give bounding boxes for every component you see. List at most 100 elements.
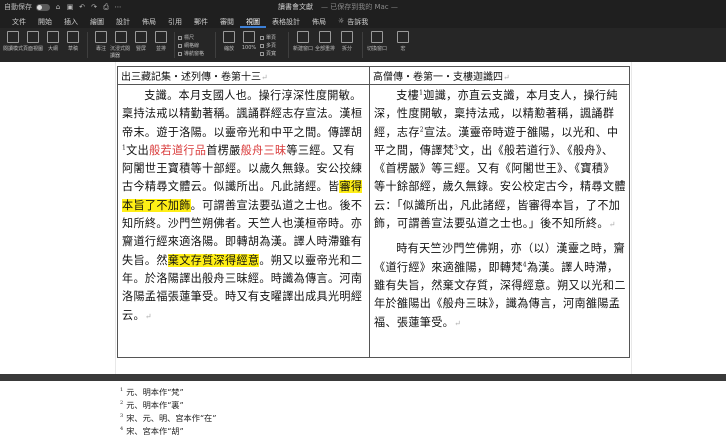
immersive-reader-label: 沉浸式閱讀器 [110, 46, 131, 59]
zoom-button[interactable]: 縮放 [218, 31, 240, 52]
footnote-text: 宋、元、明、宮本作“在” [126, 413, 217, 423]
document-page[interactable]: 出三藏記集・述列傳・卷第十三↵ 高僧傳・卷第一・支樓迦讖四↵ 支讖。本月支國人也… [0, 62, 726, 374]
immersive-reader-button[interactable]: 沉浸式閱讀器 [110, 31, 132, 59]
split-label: 拆分 [341, 46, 352, 52]
print-icon[interactable]: ⎙ [102, 3, 110, 11]
ruler-checkbox[interactable]: 標尺 [178, 34, 194, 41]
draft-button[interactable]: 草稿 [62, 31, 84, 52]
tab-table-layout[interactable]: 佈局 [306, 14, 332, 28]
side-by-side-button[interactable]: 並排 [150, 31, 172, 52]
navigation-pane-checkbox-box [178, 51, 182, 56]
tab-insert[interactable]: 插入 [58, 14, 84, 28]
one-page-button[interactable]: 單頁 [260, 34, 276, 41]
outline-icon [47, 31, 59, 43]
split-icon [341, 31, 353, 43]
tell-me[interactable]: ☼ 告訴我 [332, 14, 374, 28]
gridlines-label: 網格線 [184, 43, 200, 49]
margin-guide [115, 62, 116, 374]
footnote-number: 1 [120, 387, 124, 394]
zoom-100-button[interactable]: 100% [238, 31, 260, 51]
footnote-number: 4 [120, 426, 124, 433]
one-page-icon [260, 35, 264, 40]
title-bar-controls: 自動保存 ⌂ ▣ ↶ ↷ ⎙ ⋯ [4, 2, 122, 12]
multiple-pages-button[interactable]: 多頁 [260, 42, 276, 49]
tab-view[interactable]: 視圖 [240, 14, 266, 28]
tab-table-design[interactable]: 表格設計 [266, 14, 306, 28]
switch-windows-icon [371, 31, 383, 43]
tab-file[interactable]: 文件 [6, 14, 32, 28]
ruler-label: 標尺 [184, 35, 195, 41]
zoom-100-icon [243, 31, 255, 43]
navigation-pane-checkbox[interactable]: 導航窗格 [178, 50, 204, 57]
ruler-checkbox-box [178, 35, 182, 40]
print-layout-button[interactable]: 頁面視圖 [22, 31, 44, 52]
split-button[interactable]: 拆分 [336, 31, 358, 52]
more-icon[interactable]: ⋯ [114, 3, 122, 11]
tab-layout[interactable]: 佈局 [136, 14, 162, 28]
right-body-cell[interactable]: 支樓1迦讖，亦直云支讖，本月支人，操行純深，性度開敏，稟持法戒，以精懃著稱，諷誦… [369, 84, 630, 358]
paragraph-mark: ↵ [144, 311, 152, 321]
outline-button[interactable]: 大綱 [42, 31, 64, 52]
tab-mailings[interactable]: 郵件 [188, 14, 214, 28]
gridlines-checkbox[interactable]: 網格線 [178, 42, 199, 49]
document-title: 讀書會文獻 [278, 3, 313, 11]
zoom-100-label: 100% [241, 45, 257, 51]
arrange-all-button[interactable]: 全部重排 [314, 31, 336, 52]
draft-icon [67, 31, 79, 43]
tab-home[interactable]: 開始 [32, 14, 58, 28]
text-run: 文出 [126, 143, 150, 157]
text-run: 首楞嚴 [206, 143, 241, 157]
margin-guide [631, 62, 632, 374]
macros-button[interactable]: 宏 [392, 31, 414, 52]
footnote-number: 2 [120, 400, 124, 407]
comparison-table[interactable]: 出三藏記集・述列傳・卷第十三↵ 高僧傳・卷第一・支樓迦讖四↵ 支讖。本月支國人也… [117, 66, 630, 358]
cell-end-mark: ↵ [503, 73, 510, 82]
autosave-toggle[interactable] [36, 3, 50, 11]
document-save-status: — 已保存到我的 Mac — [321, 3, 398, 11]
switch-windows-button[interactable]: 切換窗口 [366, 31, 388, 52]
outline-label: 大綱 [47, 46, 58, 52]
footnotes-area[interactable]: 1 元、明本作“梵” 2 元、明本作“裏” 3 宋、元、明、宮本作“在” 4 宋、宮本作… [0, 381, 726, 442]
page-width-button[interactable]: 頁寬 [260, 50, 276, 57]
focus-button[interactable]: 專注 [90, 31, 112, 52]
draft-label: 草稿 [67, 46, 78, 52]
page-width-label: 頁寬 [266, 51, 277, 57]
tab-design[interactable]: 設計 [110, 14, 136, 28]
save-icon[interactable]: ▣ [66, 3, 74, 11]
immersive-reader-icon [115, 31, 127, 43]
left-column-header[interactable]: 出三藏記集・述列傳・卷第十三↵ [117, 66, 370, 85]
right-column-header[interactable]: 高僧傳・卷第一・支樓迦讖四↵ [369, 66, 630, 85]
home-icon[interactable]: ⌂ [54, 3, 62, 11]
tab-review[interactable]: 審閱 [214, 14, 240, 28]
table-body-row: 支讖。本月支國人也。操行淳深性度開敏。稟持法戒以精勤著稱。諷誦群經志存宣法。漢桓… [117, 84, 630, 358]
cell-end-mark: ↵ [261, 73, 268, 82]
print-layout-icon [27, 31, 39, 43]
tab-draw[interactable]: 繪圖 [84, 14, 110, 28]
highlighted-text: 棄文存質深得經意 [167, 253, 260, 267]
ribbon-separator [87, 32, 88, 58]
footnote-text: 元、明本作“梵” [126, 387, 184, 397]
tab-references[interactable]: 引用 [162, 14, 188, 28]
vertical-icon [135, 31, 147, 43]
new-window-button[interactable]: 新建窗口 [292, 31, 314, 52]
paragraph-mark: ↵ [608, 220, 616, 230]
redo-icon[interactable]: ↷ [90, 3, 98, 11]
read-mode-button[interactable]: 閱讀模式 [2, 31, 24, 52]
undo-icon[interactable]: ↶ [78, 3, 86, 11]
red-text: 般舟三昧 [240, 143, 287, 157]
paragraph-mark: ↵ [454, 318, 462, 328]
vertical-button[interactable]: 豎屏 [130, 31, 152, 52]
footnote: 4 宋、宮本作“胡” [120, 425, 184, 437]
macros-icon [397, 31, 409, 43]
ribbon-separator [362, 32, 363, 58]
left-paragraph: 支讖。本月支國人也。操行淳深性度開敏。稟持法戒以精勤著稱。諷誦群經志存宣法。漢桓… [122, 87, 366, 326]
arrange-all-label: 全部重排 [314, 46, 335, 52]
window-title: 讀書會文獻 — 已保存到我的 Mac — [278, 2, 398, 12]
text-run: 支讖。本月支國人也。操行淳深性度開敏。稟持法戒以精勤著稱。諷誦群經志存宣法。漢桓… [122, 89, 363, 139]
text-run: 支樓 [396, 89, 420, 102]
ribbon-tabs: 文件 開始 插入 繪圖 設計 佈局 引用 郵件 審閱 視圖 表格設計 佈局 ☼ … [0, 14, 726, 28]
left-body-cell[interactable]: 支讖。本月支國人也。操行淳深性度開敏。稟持法戒以精勤著稱。諷誦群經志存宣法。漢桓… [117, 84, 370, 358]
new-window-label: 新建窗口 [292, 46, 313, 52]
new-window-icon [297, 31, 309, 43]
focus-label: 專注 [95, 46, 106, 52]
